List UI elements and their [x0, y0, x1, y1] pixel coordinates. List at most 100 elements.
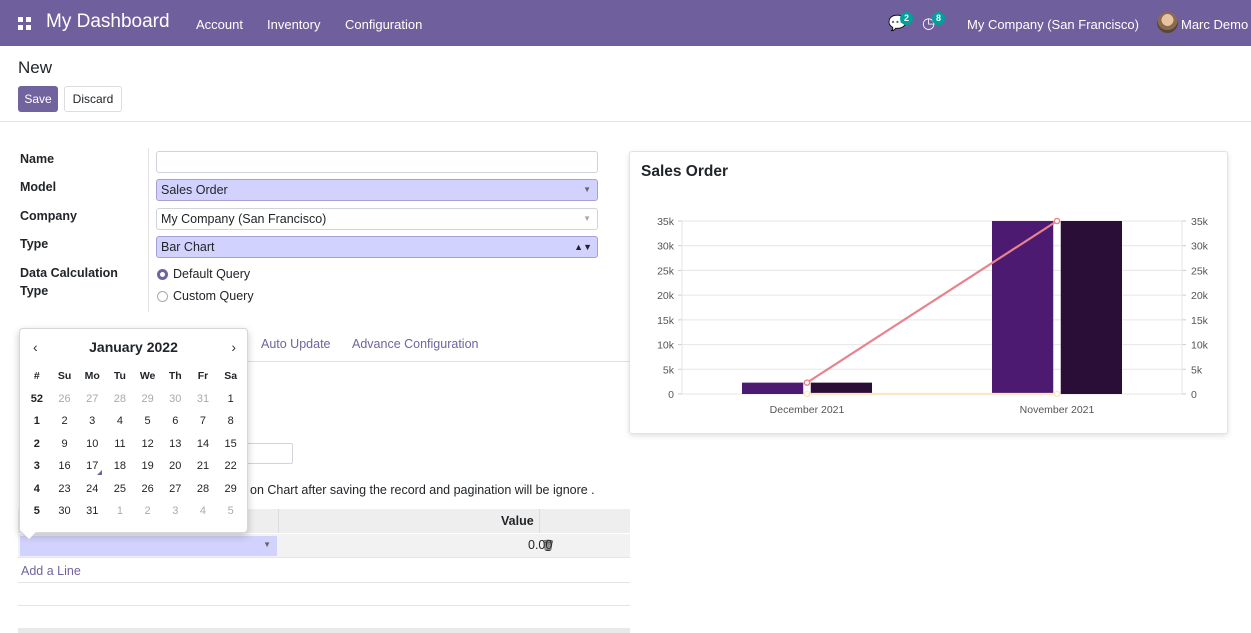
day-cell[interactable]: 23 — [51, 483, 79, 495]
bar — [992, 221, 1054, 394]
day-cell[interactable]: 18 — [106, 460, 134, 472]
day-cell[interactable]: 27 — [161, 483, 189, 495]
table-divider — [18, 605, 630, 606]
day-cell[interactable]: 3 — [78, 415, 106, 427]
row-field-select[interactable]: ▼ — [20, 536, 277, 556]
day-cell[interactable]: 21 — [189, 460, 217, 472]
day-cell[interactable]: 28 — [106, 393, 134, 405]
day-cell[interactable]: 7 — [189, 415, 217, 427]
save-button[interactable]: Save — [18, 86, 58, 112]
day-cell[interactable]: 24 — [78, 483, 106, 495]
day-cell[interactable]: 2 — [51, 415, 79, 427]
day-cell[interactable]: 14 — [189, 438, 217, 450]
day-cell[interactable]: 6 — [161, 415, 189, 427]
day-cell[interactable]: 1 — [106, 505, 134, 517]
radio-unchecked-icon[interactable] — [157, 290, 168, 302]
name-label: Name — [20, 152, 55, 166]
datepicker-header-row: # Su Mo Tu We Th Fr Sa — [23, 365, 245, 388]
week-number: 2 — [33, 437, 40, 450]
app-title[interactable]: My Dashboard — [46, 11, 170, 33]
day-cell[interactable]: 5 — [217, 505, 245, 517]
day-cell[interactable]: 29 — [217, 483, 245, 495]
day-cell[interactable]: 1 — [217, 393, 245, 405]
day-cell[interactable]: 25 — [106, 483, 134, 495]
datepicker-pointer — [22, 532, 36, 539]
day-cell[interactable]: 11 — [106, 438, 134, 450]
day-cell[interactable]: 8 — [217, 415, 245, 427]
company-value: My Company (San Francisco) — [161, 212, 327, 226]
chart-card: Sales Order 0 0 5k 5k 10k 10k 15k 15k 20k 20k 25k 2… — [629, 151, 1228, 434]
radio-checked-icon[interactable] — [157, 268, 168, 280]
column-divider — [278, 509, 279, 533]
day-cell[interactable]: 26 — [134, 483, 162, 495]
add-line-link[interactable]: Add a Line — [21, 564, 81, 578]
day-cell[interactable]: 10 — [78, 438, 106, 450]
tab-auto-update[interactable]: Auto Update — [261, 337, 331, 351]
day-cell[interactable]: 13 — [161, 438, 189, 450]
menu-account[interactable]: Account — [196, 17, 243, 32]
day-cell[interactable]: 16 — [51, 460, 79, 472]
line-point — [803, 390, 811, 398]
select-arrows-icon: ▲▼ — [574, 242, 592, 252]
activities-badge: 8 — [932, 12, 945, 25]
datepicker-week-row: 3 16 17 18 19 20 21 22 — [23, 455, 245, 478]
table-row[interactable]: ▼ 0.00 🗑 — [18, 534, 630, 558]
day-cell[interactable]: 30 — [51, 505, 79, 517]
messages-badge: 2 — [900, 12, 913, 25]
day-cell[interactable]: 31 — [189, 393, 217, 405]
day-cell[interactable]: 17 — [78, 460, 106, 476]
day-cell[interactable]: 12 — [134, 438, 162, 450]
day-cell[interactable]: 20 — [161, 460, 189, 472]
sales-order-chart[interactable]: 0 0 5k 5k 10k 10k 15k 15k 20k 20k 25k 25k 30k 30k 35k 3… — [630, 152, 1229, 435]
day-cell[interactable]: 3 — [161, 505, 189, 517]
y-tick-label: 0 — [668, 389, 674, 401]
day-cell[interactable]: 9 — [51, 438, 79, 450]
week-number: 52 — [30, 392, 43, 405]
chevron-down-icon: ▼ — [263, 540, 271, 549]
model-select[interactable]: Sales Order ▼ — [156, 179, 598, 201]
user-menu[interactable]: Marc Demo — [1181, 17, 1248, 32]
day-cell[interactable]: 29 — [134, 393, 162, 405]
weekday-header: Mo — [84, 370, 100, 383]
label-divider — [148, 148, 149, 312]
name-input[interactable] — [156, 151, 598, 173]
trash-icon[interactable]: 🗑 — [541, 539, 555, 552]
day-cell[interactable]: 31 — [78, 505, 106, 517]
text-input[interactable] — [246, 443, 293, 464]
user-avatar[interactable] — [1157, 12, 1178, 33]
company-label: Company — [20, 209, 77, 223]
day-cell[interactable]: 5 — [134, 415, 162, 427]
day-cell[interactable]: 26 — [51, 393, 79, 405]
day-cell[interactable]: 15 — [217, 438, 245, 450]
day-cell[interactable]: 22 — [217, 460, 245, 472]
day-cell[interactable]: 4 — [189, 505, 217, 517]
y2-tick-label: 35k — [1191, 216, 1209, 228]
apps-menu-icon[interactable] — [18, 17, 31, 30]
tab-advance-configuration[interactable]: Advance Configuration — [352, 337, 478, 351]
day-cell[interactable]: 27 — [78, 393, 106, 405]
y2-tick-label: 25k — [1191, 265, 1209, 277]
radio-default-query[interactable]: Default Query — [157, 267, 250, 281]
y2-tick-label: 15k — [1191, 315, 1209, 327]
tabs-underline — [248, 361, 630, 362]
radio-custom-query[interactable]: Custom Query — [157, 289, 254, 303]
day-cell[interactable]: 19 — [134, 460, 162, 472]
line-point — [803, 379, 811, 386]
day-cell[interactable]: 2 — [134, 505, 162, 517]
discard-button[interactable]: Discard — [64, 86, 122, 112]
menu-inventory[interactable]: Inventory — [267, 17, 320, 32]
y-tick-label: 25k — [657, 265, 675, 277]
day-cell[interactable]: 28 — [189, 483, 217, 495]
next-month-icon[interactable]: › — [231, 339, 236, 355]
menu-configuration[interactable]: Configuration — [345, 17, 422, 32]
datepicker-month-title[interactable]: January 2022 — [20, 339, 247, 355]
day-cell[interactable]: 30 — [161, 393, 189, 405]
company-switcher[interactable]: My Company (San Francisco) — [967, 17, 1139, 32]
top-navbar: My Dashboard Account Inventory Configura… — [0, 0, 1251, 46]
type-select[interactable]: Bar Chart ▲▼ — [156, 236, 598, 258]
x-tick-label: December 2021 — [770, 404, 845, 416]
company-select[interactable]: My Company (San Francisco) ▼ — [156, 208, 598, 230]
day-cell[interactable]: 4 — [106, 415, 134, 427]
breadcrumb: New — [18, 58, 53, 77]
value-column-header[interactable]: Value — [501, 514, 534, 528]
